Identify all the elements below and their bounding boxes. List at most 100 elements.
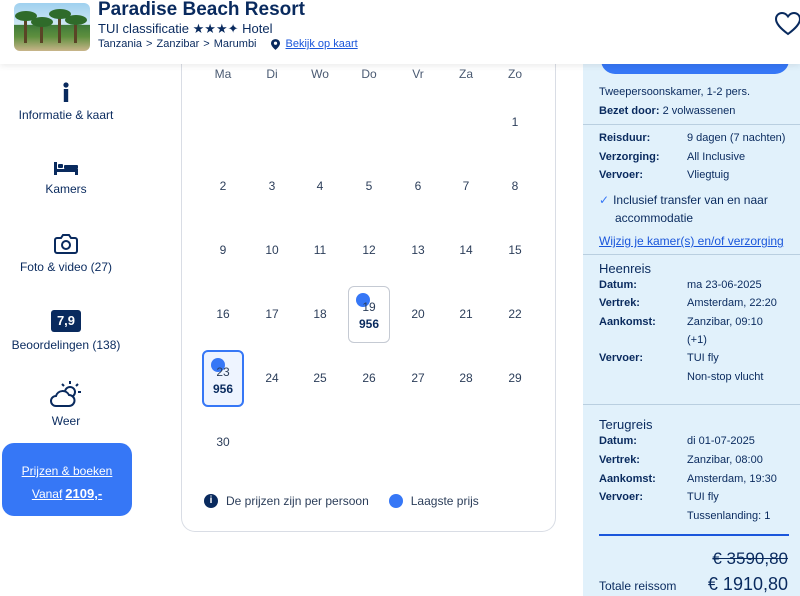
favorite-heart-icon[interactable] bbox=[774, 10, 800, 38]
price-calendar: Ma Di Wo Do Vr Za Zo 1 2 3 4 5 6 7 8 9 1… bbox=[181, 50, 556, 532]
hotel-type: Hotel bbox=[242, 21, 273, 36]
rating-badge: 7,9 bbox=[51, 310, 81, 332]
total-label: Totale reissom bbox=[599, 579, 677, 593]
calendar-day: 22 bbox=[508, 307, 522, 321]
star-rating: ★★★✦ bbox=[192, 21, 239, 36]
prices-book-button[interactable]: Prijzen & boeken Vanaf 2109,- bbox=[2, 443, 132, 516]
calendar-day: 28 bbox=[459, 371, 473, 385]
breadcrumb-place[interactable]: Marumbi bbox=[214, 38, 257, 50]
cta-label: Prijzen & boeken bbox=[21, 464, 113, 478]
lowest-price-dot-icon bbox=[388, 494, 403, 508]
outbound-carrier: TUI fly bbox=[687, 352, 719, 364]
divider-strong bbox=[599, 534, 789, 536]
calendar-day: 15 bbox=[508, 243, 522, 257]
calendar-day: 5 bbox=[365, 179, 373, 193]
room-type: Tweepersoonskamer, 1-2 pers. bbox=[599, 86, 751, 98]
change-room-link[interactable]: Wijzig je kamer(s) en/of verzorging bbox=[599, 234, 784, 248]
sidebar-item-label: Beoordelingen (138) bbox=[11, 338, 121, 352]
calendar-day: 11 bbox=[313, 243, 327, 257]
outbound-arr-label: Aankomst: bbox=[599, 316, 656, 328]
calendar-day: 1 bbox=[511, 115, 519, 129]
outbound-date: ma 23-06-2025 bbox=[687, 279, 762, 291]
breadcrumb-country[interactable]: Tanzania bbox=[98, 38, 142, 50]
weekday-header: Do bbox=[361, 67, 377, 81]
hotel-header: Paradise Beach Resort TUI classificatie … bbox=[0, 0, 800, 64]
booking-summary: Tweepersoonskamer, 1-2 pers. Bezet door:… bbox=[583, 58, 800, 596]
cta-from-label: Vanaf bbox=[31, 487, 63, 501]
sidebar-item-photos[interactable]: Foto & video (27) bbox=[0, 232, 132, 274]
board-label: Verzorging: bbox=[599, 151, 660, 163]
cta-price: 2109,- bbox=[65, 486, 103, 501]
calendar-day: 18 bbox=[313, 307, 327, 321]
outbound-title: Heenreis bbox=[599, 261, 652, 276]
calendar-day: 9 bbox=[219, 243, 227, 257]
return-dep: Zanzibar, 08:00 bbox=[687, 454, 763, 466]
calendar-day-price-selected[interactable]: 23 956 bbox=[202, 350, 244, 407]
return-dep-label: Vertrek: bbox=[599, 454, 640, 466]
calendar-day: 27 bbox=[411, 371, 425, 385]
calendar-day: 30 bbox=[216, 435, 230, 449]
calendar-day: 13 bbox=[411, 243, 425, 257]
calendar-day: 16 bbox=[216, 307, 230, 321]
return-carrier-label: Vervoer: bbox=[599, 491, 644, 503]
return-arr-label: Aankomst: bbox=[599, 473, 656, 485]
breadcrumb-separator: > bbox=[146, 38, 153, 50]
weekday-header: Za bbox=[458, 67, 473, 81]
day-price: 956 bbox=[358, 317, 380, 331]
calendar-day: 12 bbox=[362, 243, 376, 257]
sidebar-item-label: Informatie & kaart bbox=[18, 108, 114, 122]
calendar-day: 6 bbox=[414, 179, 422, 193]
weekday-header: Wo bbox=[311, 67, 329, 81]
calendar-day-price[interactable]: 19 956 bbox=[348, 286, 390, 343]
transfer-note: ✓ Inclusief transfer van en naar bbox=[599, 193, 768, 207]
board-value: All Inclusive bbox=[687, 151, 746, 163]
calendar-day: 26 bbox=[362, 371, 376, 385]
transport-label: Vervoer: bbox=[599, 169, 644, 181]
outbound-carrier-label: Vervoer: bbox=[599, 352, 644, 364]
calendar-day: 21 bbox=[459, 307, 473, 321]
outbound-dep: Amsterdam, 22:20 bbox=[687, 297, 777, 309]
info-circle-icon: i bbox=[204, 494, 218, 508]
calendar-day: 10 bbox=[265, 243, 279, 257]
sidebar-item-rooms[interactable]: Kamers bbox=[0, 160, 132, 196]
weekday-header: Vr bbox=[412, 67, 424, 81]
duration-label: Reisduur: bbox=[599, 132, 651, 144]
divider bbox=[583, 404, 800, 405]
calendar-day: 2 bbox=[219, 179, 227, 193]
calendar-day: 14 bbox=[459, 243, 473, 257]
calendar-day: 19 bbox=[362, 300, 376, 314]
sidebar-item-info[interactable]: Informatie & kaart bbox=[0, 82, 132, 122]
day-price: 956 bbox=[212, 382, 234, 396]
hotel-title: Paradise Beach Resort bbox=[98, 0, 305, 20]
breadcrumb-region[interactable]: Zanzibar bbox=[156, 38, 199, 50]
divider bbox=[583, 254, 800, 255]
transport-value: Vliegtuig bbox=[687, 169, 730, 181]
calendar-day: 24 bbox=[265, 371, 279, 385]
calendar-day: 20 bbox=[411, 307, 425, 321]
hotel-classification: TUI classificatie ★★★✦ Hotel bbox=[98, 21, 273, 37]
total-price: € 1910,80 bbox=[707, 574, 788, 594]
map-link[interactable]: Bekijk op kaart bbox=[286, 38, 358, 50]
outbound-arr-note: (+1) bbox=[687, 334, 707, 346]
sidebar-item-weather[interactable]: Weer bbox=[0, 380, 132, 428]
return-title: Terugreis bbox=[599, 417, 653, 432]
hotel-thumbnail[interactable] bbox=[14, 3, 90, 51]
sidebar-item-label: Kamers bbox=[45, 182, 87, 196]
cta-price-line: Vanaf 2109,- bbox=[2, 486, 132, 501]
duration-value: 9 dagen (7 nachten) bbox=[687, 132, 786, 144]
outbound-dep-label: Vertrek: bbox=[599, 297, 640, 309]
map-pin-icon bbox=[270, 38, 280, 50]
calendar-day: 17 bbox=[265, 307, 279, 321]
return-date-label: Datum: bbox=[599, 435, 637, 447]
outbound-arr: Zanzibar, 09:10 bbox=[687, 316, 763, 328]
sidebar-item-label: Foto & video (27) bbox=[19, 260, 113, 274]
check-icon: ✓ bbox=[599, 193, 610, 207]
sidebar-item-reviews[interactable]: 7,9 Beoordelingen (138) bbox=[0, 310, 132, 352]
divider bbox=[583, 124, 800, 125]
weekday-header: Zo bbox=[507, 67, 522, 81]
transfer-note-2: accommodatie bbox=[615, 211, 694, 225]
calendar-day: 4 bbox=[316, 179, 324, 193]
calendar-day: 29 bbox=[508, 371, 522, 385]
breadcrumb-separator: > bbox=[203, 38, 210, 50]
calendar-day: 7 bbox=[462, 179, 470, 193]
